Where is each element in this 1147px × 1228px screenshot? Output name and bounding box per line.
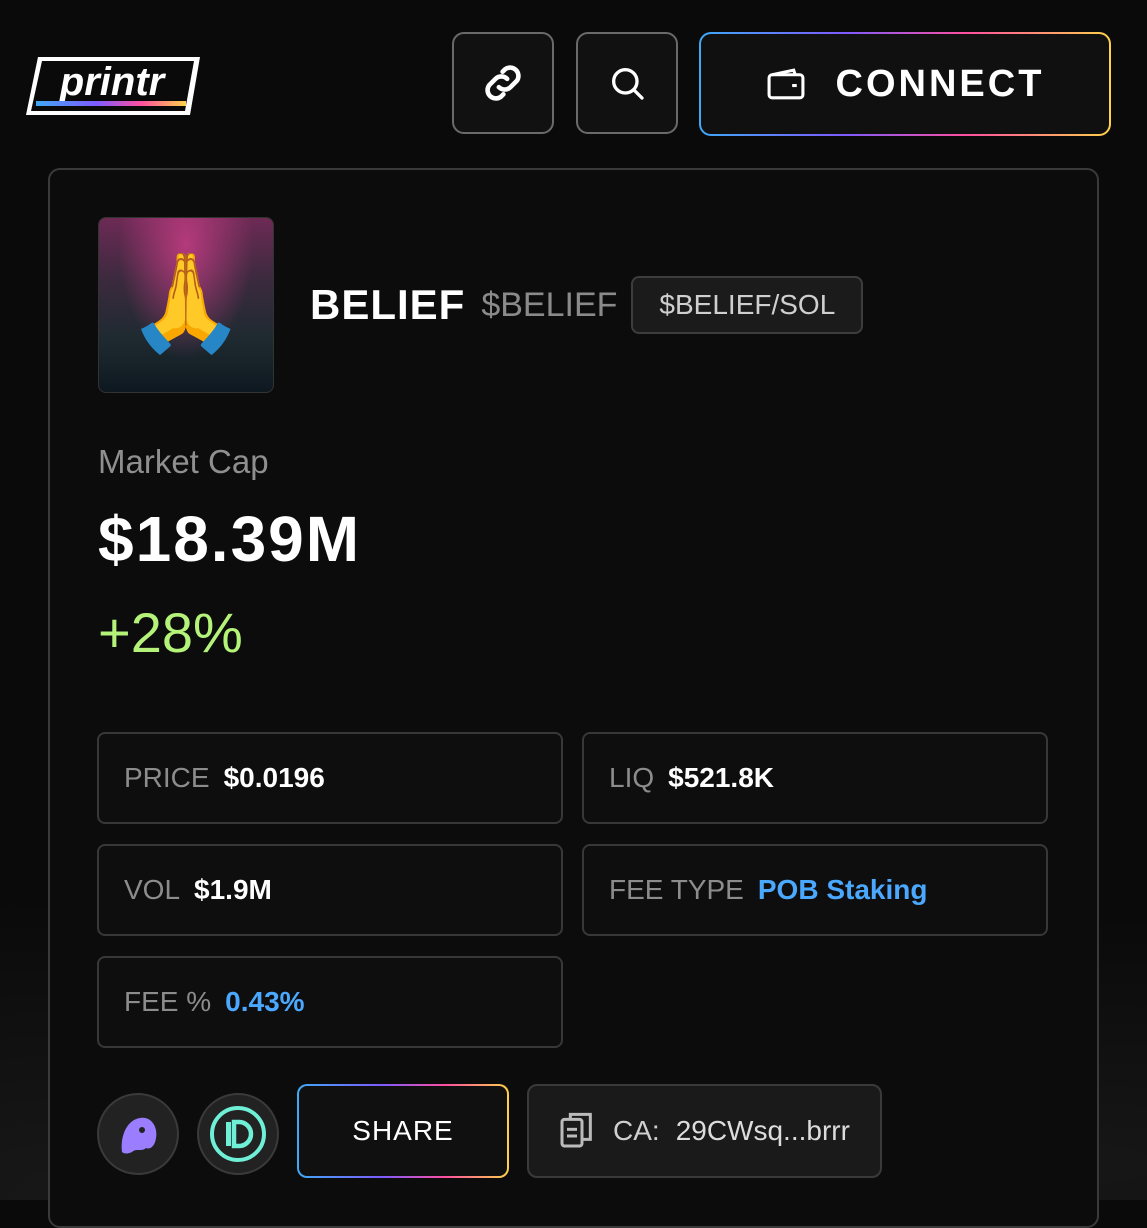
token-name: BELIEF <box>310 281 466 328</box>
stat-fee-percent: FEE % 0.43% <box>97 956 563 1048</box>
prayer-emoji: 🙏 <box>126 249 246 356</box>
ca-label: CA: <box>613 1115 660 1146</box>
stat-value: $0.0196 <box>223 762 325 793</box>
token-name-row: BELIEF $BELIEF $BELIEF/SOL <box>310 275 864 335</box>
market-cap-value: $18.39M <box>98 503 362 575</box>
stat-value: POB Staking <box>757 874 928 905</box>
ghost-icon <box>121 1117 157 1154</box>
stat-value: 0.43% <box>225 986 305 1017</box>
token-image: 🙏 <box>98 217 274 393</box>
share-button[interactable]: SHARE <box>297 1084 509 1178</box>
stat-label: FEE TYPE <box>609 874 744 905</box>
pair-badge[interactable]: $BELIEF/SOL <box>631 276 864 334</box>
stat-liquidity: LIQ $521.8K <box>582 732 1048 824</box>
search-icon <box>612 68 644 100</box>
ca-value: 29CWsq...brrr <box>675 1115 850 1146</box>
ghost-link-button[interactable] <box>97 1093 179 1175</box>
stat-label: VOL <box>124 874 181 905</box>
stat-label: FEE % <box>124 986 212 1017</box>
link-icon <box>485 65 521 101</box>
token-ticker: $BELIEF <box>481 285 618 324</box>
link-button[interactable] <box>452 32 554 134</box>
market-cap-change: +28% <box>98 601 243 664</box>
market-cap-label: Market Cap <box>98 443 269 480</box>
stat-price: PRICE $0.0196 <box>97 732 563 824</box>
stat-label: LIQ <box>609 762 655 793</box>
printr-logo[interactable]: printr <box>24 55 202 117</box>
clipboard-icon <box>560 1112 592 1148</box>
wallet-icon <box>767 68 805 100</box>
share-label: SHARE <box>299 1086 507 1176</box>
contract-address-button[interactable]: CA: 29CWsq...brrr <box>527 1084 882 1178</box>
d-link-button[interactable] <box>197 1093 279 1175</box>
connect-label: CONNECT <box>835 62 1045 105</box>
stat-value: $521.8K <box>668 762 775 793</box>
d-logo-icon <box>210 1106 266 1162</box>
stat-value: $1.9M <box>194 874 272 905</box>
stat-label: PRICE <box>124 762 210 793</box>
connect-wallet-button[interactable]: CONNECT <box>699 32 1111 136</box>
logo-text: printr <box>59 60 167 104</box>
search-button[interactable] <box>576 32 678 134</box>
stat-volume: VOL $1.9M <box>97 844 563 936</box>
stat-fee-type: FEE TYPE POB Staking <box>582 844 1048 936</box>
